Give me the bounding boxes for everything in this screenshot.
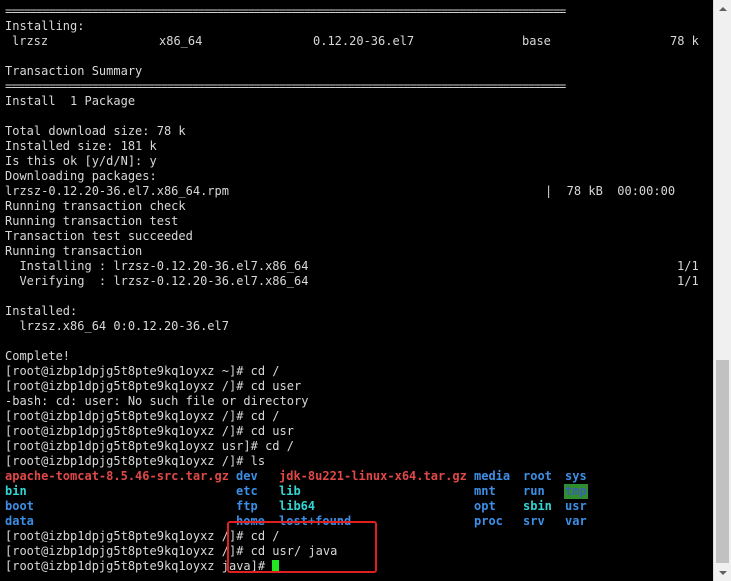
separator-line: ========================================… xyxy=(5,4,566,18)
progress-count: 1/1 xyxy=(677,259,699,273)
ls-dir-var: var xyxy=(565,514,587,528)
ls-archive-tomcat: apache-tomcat-8.5.46-src.tar.gz xyxy=(5,469,229,483)
pkg-size: 78 k xyxy=(670,34,699,48)
ls-dir-home: home xyxy=(236,514,265,528)
pkg-version: 0.12.20-36.el7 xyxy=(313,34,415,48)
download-file: lrzsz-0.12.20-36.el7.x86_64.rpm xyxy=(5,184,229,198)
ls-dir-ftp: ftp xyxy=(236,499,258,513)
summary-title: Transaction Summary xyxy=(5,64,143,78)
log-line: Total download size: 78 k xyxy=(5,124,186,138)
installed-item: lrzsz.x86_64 0:0.12.20-36.el7 xyxy=(5,319,229,333)
ls-dir-data: data xyxy=(5,514,34,528)
ls-dir-boot: boot xyxy=(5,499,34,513)
vertical-scrollbar[interactable] xyxy=(713,0,731,581)
command-line: [root@izbp1dpjg5t8pte9kq1oyxz /]# cd usr… xyxy=(5,544,338,558)
ls-dir-mnt: mnt xyxy=(474,484,496,498)
error-line: -bash: cd: user: No such file or directo… xyxy=(5,394,309,408)
ls-dir-etc: etc xyxy=(236,484,258,498)
progress-installing: Installing : lrzsz-0.12.20-36.el7.x86_64 xyxy=(5,259,309,273)
command-line: [root@izbp1dpjg5t8pte9kq1oyxz /]# ls xyxy=(5,454,266,468)
ls-dir-root: root xyxy=(523,469,552,483)
transaction-line: Running transaction xyxy=(5,244,143,258)
scroll-down-button[interactable] xyxy=(714,564,731,581)
command-line: [root@izbp1dpjg5t8pte9kq1oyxz /]# cd / xyxy=(5,409,280,423)
download-stats: | 78 kB 00:00:00 xyxy=(545,184,676,198)
progress-verifying: Verifying : lrzsz-0.12.20-36.el7.x86_64 xyxy=(5,274,309,288)
ls-link-sbin: sbin xyxy=(523,499,552,513)
command-line: [root@izbp1dpjg5t8pte9kq1oyxz /]# cd usr xyxy=(5,424,294,438)
ls-dir-sys: sys xyxy=(565,469,587,483)
ls-dir-media: media xyxy=(474,469,511,483)
pkg-arch: x86_64 xyxy=(159,34,203,48)
section-installing: Installing: xyxy=(5,19,85,33)
command-line: [root@izbp1dpjg5t8pte9kq1oyxz /]# cd use… xyxy=(5,379,302,393)
ls-dir-proc: proc xyxy=(474,514,503,528)
complete-message: Complete! xyxy=(5,349,71,363)
ls-dir-run: run xyxy=(523,484,545,498)
ls-dir-srv: srv xyxy=(523,514,545,528)
ls-dir-tmp: tmp xyxy=(564,484,588,499)
command-line: [root@izbp1dpjg5t8pte9kq1oyxz usr]# cd / xyxy=(5,439,294,453)
ls-dir-lost-found: lost+found xyxy=(279,514,352,528)
scroll-thumb[interactable] xyxy=(716,360,729,563)
cursor-block xyxy=(272,560,280,572)
pkg-repo: base xyxy=(522,34,551,48)
ls-archive-jdk: jdk-8u221-linux-x64.tar.gz xyxy=(279,469,467,483)
ls-link-lib: lib xyxy=(279,484,301,498)
pkg-name: lrzsz xyxy=(12,34,49,48)
arrow-up-icon xyxy=(718,6,727,11)
ls-link-bin: bin xyxy=(5,484,27,498)
transaction-line: Running transaction test xyxy=(5,214,179,228)
scroll-up-button[interactable] xyxy=(714,0,731,17)
ls-link-lib64: lib64 xyxy=(279,499,316,513)
log-line: Downloading packages: xyxy=(5,169,157,183)
progress-count: 1/1 xyxy=(677,274,699,288)
ls-dir-dev: dev xyxy=(236,469,258,483)
prompt-line[interactable]: [root@izbp1dpjg5t8pte9kq1oyxz java]# xyxy=(5,559,280,574)
arrow-down-icon xyxy=(718,570,727,575)
transaction-line: Transaction test succeeded xyxy=(5,229,193,243)
ls-dir-usr: usr xyxy=(565,499,587,513)
command-line: [root@izbp1dpjg5t8pte9kq1oyxz /]# cd / xyxy=(5,529,280,543)
terminal-window[interactable]: ========================================… xyxy=(0,0,713,581)
separator-line: ========================================… xyxy=(5,79,566,93)
installed-title: Installed: xyxy=(5,304,78,318)
log-line: Is this ok [y/d/N]: y xyxy=(5,154,157,168)
log-line: Installed size: 181 k xyxy=(5,139,157,153)
transaction-line: Running transaction check xyxy=(5,199,186,213)
install-count: Install 1 Package xyxy=(5,94,136,108)
prompt-text: [root@izbp1dpjg5t8pte9kq1oyxz java]# xyxy=(5,559,273,573)
command-line: [root@izbp1dpjg5t8pte9kq1oyxz ~]# cd / xyxy=(5,364,280,378)
ls-dir-opt: opt xyxy=(474,499,496,513)
